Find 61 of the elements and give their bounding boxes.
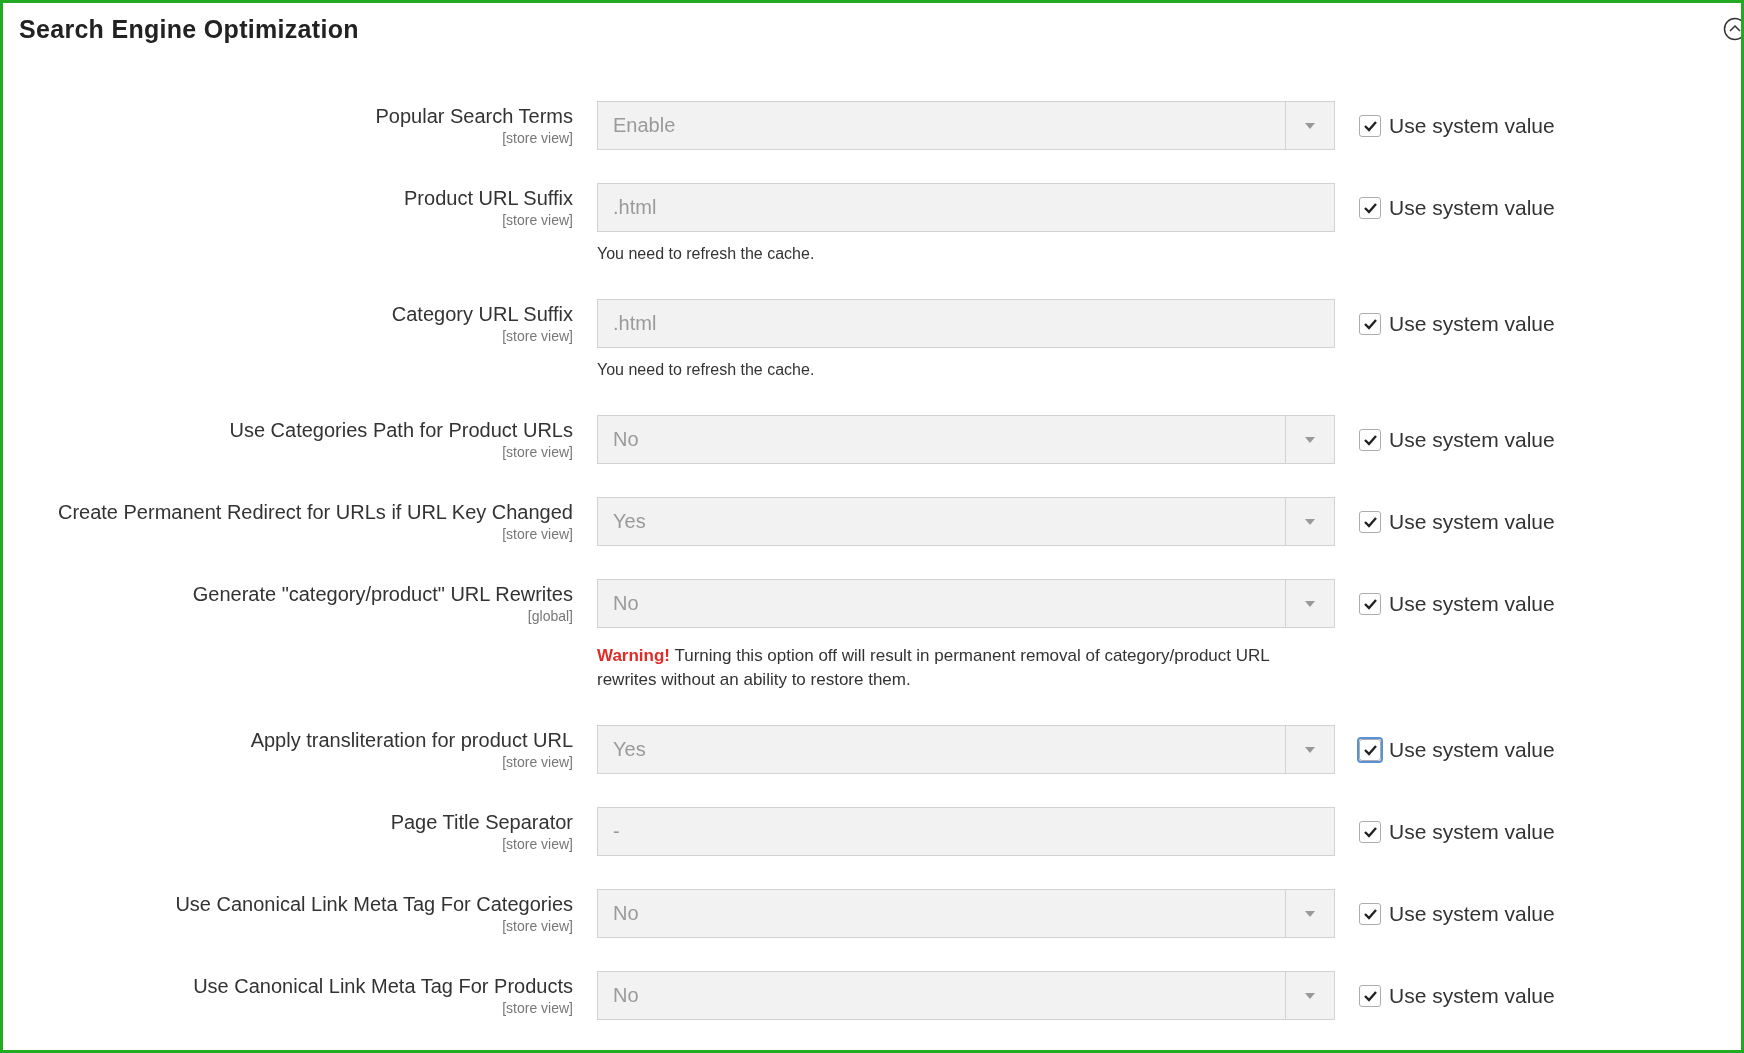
checkbox[interactable] xyxy=(1359,196,1381,219)
caret-icon xyxy=(1304,745,1316,754)
checkbox-label[interactable]: Use system value xyxy=(1389,195,1555,220)
checkbox-label[interactable]: Use system value xyxy=(1389,901,1555,926)
field-note: You need to refresh the cache. xyxy=(597,244,816,264)
scope-label: [store view] xyxy=(502,836,573,852)
scope-label: [store view] xyxy=(502,754,573,770)
field-label: Use Canonical Link Meta Tag For Products xyxy=(193,975,573,998)
check-icon xyxy=(1362,515,1378,528)
caret-icon xyxy=(1304,435,1316,444)
checkbox[interactable] xyxy=(1359,114,1381,137)
field-label: Page Title Separator xyxy=(390,811,573,834)
section-title: Search Engine Optimization xyxy=(19,14,359,44)
scope-label: [global] xyxy=(527,608,573,624)
caret-icon xyxy=(1304,599,1316,608)
check-icon xyxy=(1362,119,1378,132)
field-label: Popular Search Terms xyxy=(375,105,573,128)
check-icon xyxy=(1362,317,1378,330)
scope-label: [store view] xyxy=(502,1000,573,1016)
caret-icon xyxy=(1304,121,1316,130)
scope-label: [store view] xyxy=(502,526,573,542)
field-label: Use Canonical Link Meta Tag For Categories xyxy=(175,893,573,916)
field-label: Generate "category/product" URL Rewrites xyxy=(192,583,573,606)
caret-icon xyxy=(1304,991,1316,1000)
checkbox-label[interactable]: Use system value xyxy=(1389,113,1555,138)
checkbox[interactable] xyxy=(1359,428,1381,451)
checkbox[interactable] xyxy=(1359,592,1381,615)
check-icon xyxy=(1362,989,1378,1002)
field-label: Create Permanent Redirect for URLs if URL Key Changed xyxy=(57,501,573,524)
scope-label: [store view] xyxy=(502,328,573,344)
check-icon xyxy=(1362,433,1378,446)
checkbox[interactable] xyxy=(1359,510,1381,533)
field-label: Apply transliteration for product URL xyxy=(250,729,573,752)
check-icon xyxy=(1362,201,1378,214)
checkbox[interactable] xyxy=(1359,984,1381,1007)
caret-icon xyxy=(1304,517,1316,526)
checkbox-label[interactable]: Use system value xyxy=(1389,311,1555,336)
scope-label: [store view] xyxy=(502,130,573,146)
checkbox[interactable] xyxy=(1359,820,1381,843)
check-icon xyxy=(1362,825,1378,838)
field-note: You need to refresh the cache. xyxy=(597,360,816,380)
checkbox-label[interactable]: Use system value xyxy=(1389,427,1555,452)
check-icon xyxy=(1362,907,1378,920)
caret-icon xyxy=(1304,909,1316,918)
checkbox[interactable] xyxy=(1359,902,1381,925)
check-icon xyxy=(1362,597,1378,610)
checkbox-label[interactable]: Use system value xyxy=(1389,983,1555,1008)
checkbox-label[interactable]: Use system value xyxy=(1389,819,1555,844)
checkbox-label[interactable]: Use system value xyxy=(1389,591,1555,616)
scope-label: [store view] xyxy=(502,444,573,460)
scope-label: [store view] xyxy=(502,918,573,934)
checkbox[interactable] xyxy=(1359,312,1381,335)
checkbox-label[interactable]: Use system value xyxy=(1389,509,1555,534)
field-label: Use Categories Path for Product URLs xyxy=(229,419,573,442)
field-label: Category URL Suffix xyxy=(391,303,573,326)
field-label: Product URL Suffix xyxy=(404,187,573,210)
warning-note: Warning! Turning this option off will result in permanent removal of category/product URL rewrites without an ability to restore them. xyxy=(597,645,1271,691)
check-icon xyxy=(1362,743,1378,756)
collapse-icon[interactable] xyxy=(1723,17,1741,41)
scope-label: [store view] xyxy=(502,212,573,228)
checkbox-label[interactable]: Use system value xyxy=(1389,737,1555,762)
